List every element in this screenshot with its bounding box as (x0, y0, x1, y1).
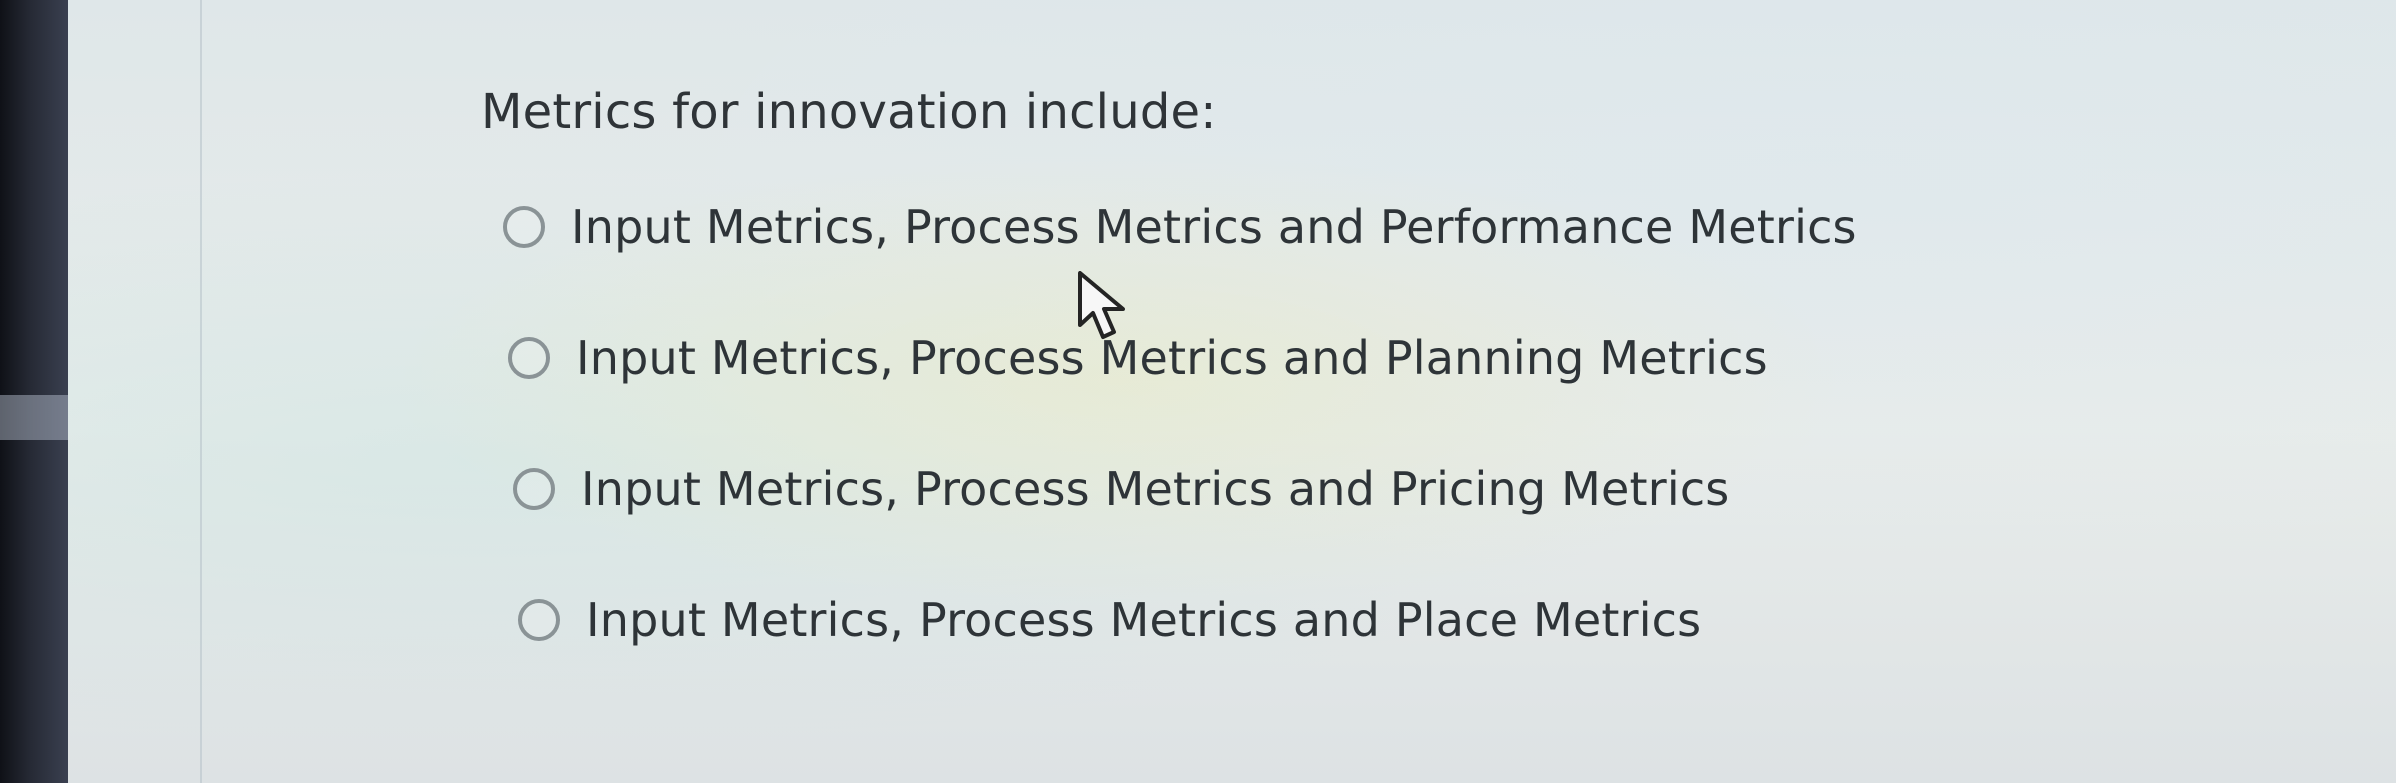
panel-divider (200, 0, 202, 783)
answer-option-planning[interactable]: Input Metrics, Process Metrics and Plann… (508, 335, 1768, 381)
answer-options: Input Metrics, Process Metrics and Perfo… (273, 0, 2396, 783)
quiz-screen: Metrics for innovation include: Input Me… (0, 0, 2396, 783)
answer-option-label: Input Metrics, Process Metrics and Place… (586, 593, 1702, 647)
radio-button[interactable] (513, 468, 555, 510)
screen-bezel (0, 0, 68, 783)
answer-option-pricing[interactable]: Input Metrics, Process Metrics and Prici… (513, 466, 1729, 512)
answer-option-label: Input Metrics, Process Metrics and Perfo… (571, 200, 1857, 254)
answer-option-performance[interactable]: Input Metrics, Process Metrics and Perfo… (503, 204, 1857, 250)
radio-button[interactable] (518, 599, 560, 641)
question-card: Metrics for innovation include: Input Me… (273, 0, 2396, 783)
answer-option-place[interactable]: Input Metrics, Process Metrics and Place… (518, 597, 1701, 643)
question-panel: Metrics for innovation include: Input Me… (68, 0, 2396, 783)
radio-button[interactable] (503, 206, 545, 248)
answer-option-label: Input Metrics, Process Metrics and Prici… (581, 462, 1730, 516)
radio-button[interactable] (508, 337, 550, 379)
answer-option-label: Input Metrics, Process Metrics and Plann… (576, 331, 1768, 385)
